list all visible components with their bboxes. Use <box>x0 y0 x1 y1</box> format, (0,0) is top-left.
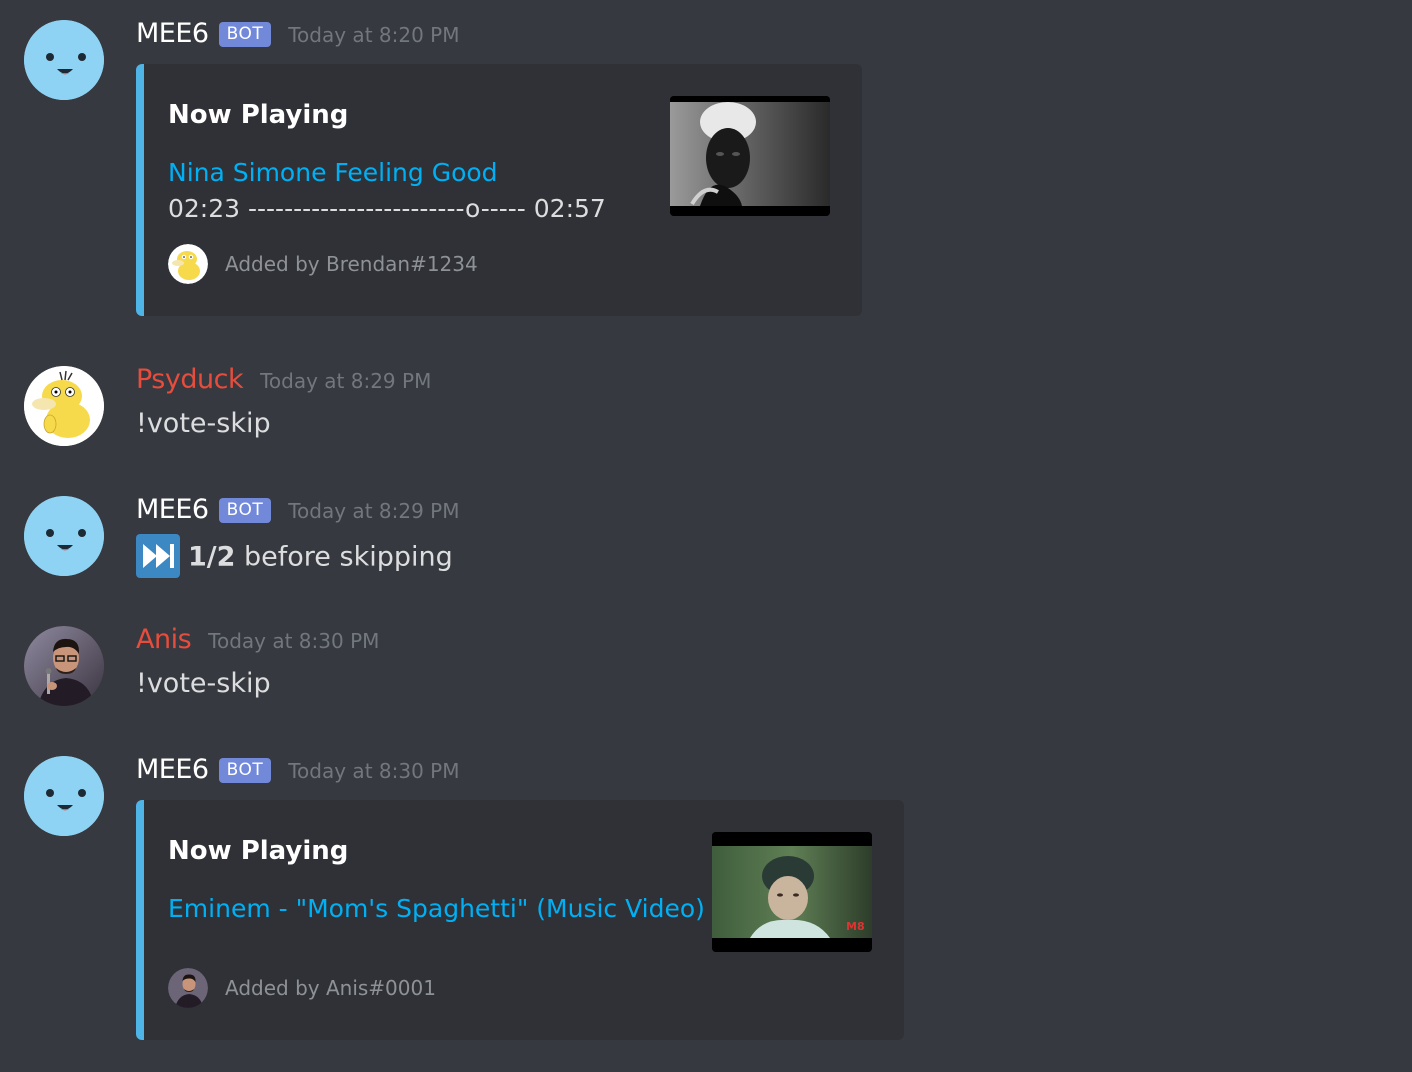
username[interactable]: MEE6 <box>136 18 209 49</box>
message-header: MEE6 BOT Today at 8:20 PM <box>136 18 459 58</box>
bot-badge: BOT <box>218 22 272 47</box>
video-thumbnail[interactable] <box>670 96 830 216</box>
username[interactable]: Psyduck <box>136 364 244 395</box>
message-content: !vote-skip <box>136 668 271 699</box>
psyduck-avatar-icon[interactable] <box>24 366 104 446</box>
psyduck-avatar-icon <box>168 244 208 284</box>
mee6-avatar-icon[interactable] <box>24 20 104 100</box>
bot-badge: BOT <box>218 758 272 783</box>
embed-title: Now Playing <box>168 100 349 130</box>
message-content: 1/2 before skipping <box>136 534 453 580</box>
track-link[interactable]: Eminem - "Mom's Spaghetti" (Music Video) <box>168 894 705 923</box>
timestamp: Today at 8:20 PM <box>288 23 460 47</box>
username[interactable]: MEE6 <box>136 494 209 525</box>
username[interactable]: MEE6 <box>136 754 209 785</box>
timestamp: Today at 8:29 PM <box>288 499 460 523</box>
track-link[interactable]: Nina Simone Feeling Good <box>168 158 498 187</box>
vote-text: before skipping <box>235 541 453 573</box>
track-next-icon <box>136 534 180 578</box>
message-header: Anis Today at 8:30 PM <box>136 624 379 664</box>
message-content: !vote-skip <box>136 408 271 439</box>
vote-count: 1/2 <box>188 541 236 573</box>
now-playing-embed: Now Playing Eminem - "Mom's Spaghetti" (… <box>136 800 904 1040</box>
timestamp: Today at 8:29 PM <box>260 369 432 393</box>
mee6-avatar-icon[interactable] <box>24 756 104 836</box>
footer-text: Added by Brendan#1234 <box>225 252 478 276</box>
username[interactable]: Anis <box>136 624 192 655</box>
message-header: Psyduck Today at 8:29 PM <box>136 364 431 404</box>
anis-avatar-icon <box>168 968 208 1008</box>
footer-text: Added by Anis#0001 <box>225 976 436 1000</box>
now-playing-embed: Now Playing Nina Simone Feeling Good 02:… <box>136 64 862 316</box>
message-header: MEE6 BOT Today at 8:29 PM <box>136 494 459 534</box>
timestamp: Today at 8:30 PM <box>288 759 460 783</box>
svg-text:M8: M8 <box>846 920 865 933</box>
embed-footer: Added by Anis#0001 <box>168 968 436 1008</box>
mee6-avatar-icon[interactable] <box>24 496 104 576</box>
bot-badge: BOT <box>218 498 272 523</box>
timestamp: Today at 8:30 PM <box>208 629 380 653</box>
anis-avatar-icon[interactable] <box>24 626 104 706</box>
embed-footer: Added by Brendan#1234 <box>168 244 478 284</box>
message-header: MEE6 BOT Today at 8:30 PM <box>136 754 459 794</box>
video-thumbnail[interactable]: M8 <box>712 832 872 952</box>
embed-title: Now Playing <box>168 836 349 866</box>
track-progress: 02:23 ------------------------o----- 02:… <box>168 194 606 223</box>
